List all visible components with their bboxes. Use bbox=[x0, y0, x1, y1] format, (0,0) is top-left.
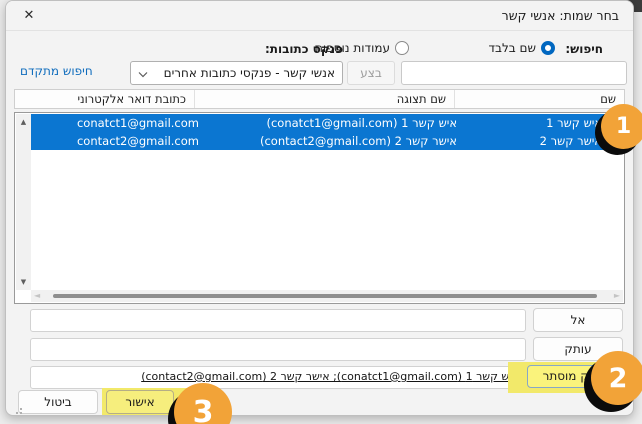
step-badge-1: 1 bbox=[601, 104, 642, 149]
scroll-right-icon[interactable]: ► bbox=[614, 290, 620, 302]
contact-rows: איש קשר 1 איש קשר 1 (conatct1@gmail.com)… bbox=[31, 114, 623, 150]
contact-name-cell: איש קשר 1 bbox=[457, 116, 623, 130]
go-button[interactable]: בצע bbox=[347, 61, 395, 85]
contact-row-selected[interactable]: איש קשר 1 איש קשר 1 (conatct1@gmail.com)… bbox=[31, 114, 623, 132]
radio-unselected-icon[interactable] bbox=[395, 41, 409, 55]
contact-name: אישר קשר 2 bbox=[540, 134, 602, 148]
title-bar: בחר שמות: אנשי קשר ✕ bbox=[6, 1, 633, 31]
chevron-down-icon bbox=[139, 70, 148, 79]
address-book-value: אנשי קשר - פנקסי כתובות אחרים bbox=[164, 62, 335, 84]
resize-grip[interactable] bbox=[12, 408, 14, 410]
scroll-down-icon[interactable]: ▼ bbox=[16, 275, 31, 289]
contacts-list: ▲ ▼ ◄ ► איש קשר 1 איש קשר 1 (conatct1@gm… bbox=[14, 112, 625, 304]
scroll-left-icon[interactable]: ◄ bbox=[34, 290, 40, 302]
select-names-dialog: בחר שמות: אנשי קשר ✕ חיפוש: שם בלבד עמוד… bbox=[5, 0, 634, 416]
radio-selected-icon[interactable] bbox=[541, 41, 555, 55]
contact-name-cell: אישר קשר 2 bbox=[457, 134, 623, 148]
contact-display-cell: איש קשר 1 (conatct1@gmail.com) bbox=[199, 116, 457, 130]
scroll-up-icon[interactable]: ▲ bbox=[16, 115, 31, 129]
column-header-name[interactable]: שם bbox=[454, 90, 624, 108]
to-button[interactable]: אל bbox=[533, 308, 623, 332]
ok-button[interactable]: אישור bbox=[106, 390, 174, 414]
cancel-button[interactable]: ביטול bbox=[18, 390, 98, 414]
vertical-scrollbar[interactable]: ▲ ▼ bbox=[16, 114, 31, 290]
column-header-email[interactable]: כתובת דואר אלקטרוני bbox=[15, 90, 194, 108]
contact-row-selected[interactable]: אישר קשר 2 אישר קשר 2 (contact2@gmail.co… bbox=[31, 132, 623, 150]
search-label: חיפוש: bbox=[565, 42, 603, 56]
contact-email-cell: contact2@gmail.com bbox=[31, 134, 199, 148]
horizontal-scroll-thumb[interactable] bbox=[53, 294, 597, 298]
close-icon[interactable]: ✕ bbox=[16, 5, 42, 27]
radio-name-only-label: שם בלבד bbox=[488, 41, 536, 55]
radio-name-only[interactable]: שם בלבד bbox=[488, 41, 555, 55]
step-badge-2: 2 bbox=[591, 351, 642, 405]
dialog-title: בחר שמות: אנשי קשר bbox=[502, 1, 619, 31]
cc-field[interactable] bbox=[30, 338, 526, 361]
address-book-dropdown[interactable]: אנשי קשר - פנקסי כתובות אחרים bbox=[130, 61, 343, 85]
bcc-recipients-text: איש קשר 1 (conatct1@gmail.com); אישר קשר… bbox=[141, 370, 519, 383]
horizontal-scrollbar[interactable]: ◄ ► bbox=[31, 290, 623, 302]
column-header-display-name[interactable]: שם תצוגה bbox=[194, 90, 454, 108]
to-field[interactable] bbox=[30, 309, 526, 332]
search-input[interactable] bbox=[401, 61, 627, 85]
contact-display-cell: אישר קשר 2 (contact2@gmail.com) bbox=[199, 134, 457, 148]
bcc-field[interactable]: איש קשר 1 (conatct1@gmail.com); אישר קשר… bbox=[30, 366, 526, 389]
contact-name: איש קשר 1 bbox=[546, 116, 602, 130]
advanced-find-link[interactable]: חיפוש מתקדם bbox=[20, 64, 93, 78]
contact-email-cell: conatct1@gmail.com bbox=[31, 116, 199, 130]
list-header: שם שם תצוגה כתובת דואר אלקטרוני bbox=[14, 89, 625, 109]
address-book-label: פנקס כתובות: bbox=[265, 42, 343, 56]
